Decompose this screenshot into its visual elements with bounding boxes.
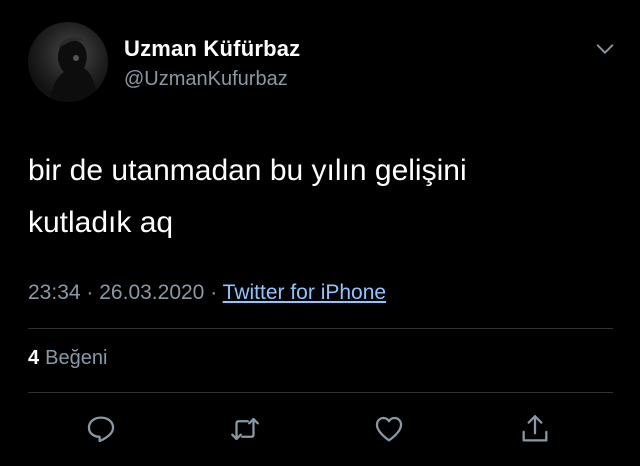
likes-count: 4 bbox=[28, 347, 40, 369]
tweet-time: 23:34 bbox=[28, 281, 81, 304]
likes-label: Beğeni bbox=[45, 347, 108, 369]
tweet-date: 26.03.2020 bbox=[99, 281, 205, 304]
tweet-meta: 23:34 · 26.03.2020 · Twitter for iPhone bbox=[28, 281, 386, 305]
share-icon[interactable] bbox=[518, 412, 552, 446]
likes-stat[interactable]: 4 Beğeni bbox=[28, 347, 107, 370]
retweet-icon[interactable] bbox=[228, 412, 262, 446]
tweet-source-link[interactable]: Twitter for iPhone bbox=[223, 281, 386, 304]
divider bbox=[28, 328, 613, 329]
tweet-text: bir de utanmadan bu yılın gelişini kutla… bbox=[28, 145, 608, 249]
meta-separator: · bbox=[210, 281, 218, 304]
avatar[interactable] bbox=[28, 22, 108, 102]
author-handle[interactable]: @UzmanKufurbaz bbox=[124, 68, 288, 91]
author-name[interactable]: Uzman Küfürbaz bbox=[124, 36, 300, 62]
divider bbox=[28, 392, 613, 393]
heart-icon[interactable] bbox=[372, 412, 406, 446]
tweet-text-line: kutladık aq bbox=[28, 206, 174, 239]
meta-separator: · bbox=[86, 281, 94, 304]
reply-icon[interactable] bbox=[84, 412, 118, 446]
tweet-text-line: bir de utanmadan bu yılın gelişini bbox=[28, 154, 467, 187]
avatar-silhouette bbox=[50, 37, 98, 102]
chevron-down-icon[interactable] bbox=[594, 38, 616, 60]
